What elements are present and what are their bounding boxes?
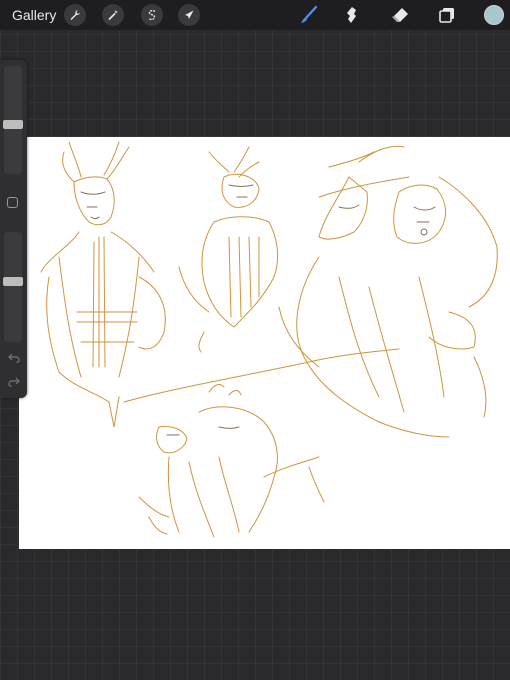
wrench-icon <box>69 9 81 21</box>
magic-wand-icon <box>107 9 119 21</box>
adjustments-button[interactable] <box>102 4 124 26</box>
redo-icon <box>8 377 20 391</box>
opacity-slider[interactable] <box>3 232 23 342</box>
selection-button[interactable] <box>141 4 163 26</box>
eraser-tool-button[interactable] <box>389 4 411 26</box>
undo-button[interactable] <box>7 352 21 366</box>
transform-button[interactable] <box>178 4 200 26</box>
eraser-icon <box>390 5 410 25</box>
opacity-thumb[interactable] <box>3 277 23 287</box>
top-toolbar: Gallery <box>0 0 510 30</box>
smudge-tool-button[interactable] <box>341 4 363 26</box>
undo-icon <box>8 353 20 367</box>
actions-button[interactable] <box>64 4 86 26</box>
layers-icon <box>438 6 456 24</box>
smudge-icon <box>342 5 362 25</box>
brush-tool-button[interactable] <box>298 4 320 26</box>
selection-s-icon <box>146 9 158 21</box>
modify-button[interactable] <box>7 197 18 208</box>
brush-icon <box>299 5 319 25</box>
layers-button[interactable] <box>436 4 458 26</box>
gallery-button[interactable]: Gallery <box>12 7 56 23</box>
brush-size-slider[interactable] <box>3 66 23 174</box>
left-sidebar <box>0 60 27 398</box>
arrow-cursor-icon <box>183 9 195 21</box>
redo-button[interactable] <box>7 376 21 390</box>
color-picker-button[interactable] <box>484 5 504 25</box>
drawing-canvas[interactable] <box>19 137 510 549</box>
sketch-artwork <box>40 141 498 538</box>
brush-size-thumb[interactable] <box>3 120 23 130</box>
